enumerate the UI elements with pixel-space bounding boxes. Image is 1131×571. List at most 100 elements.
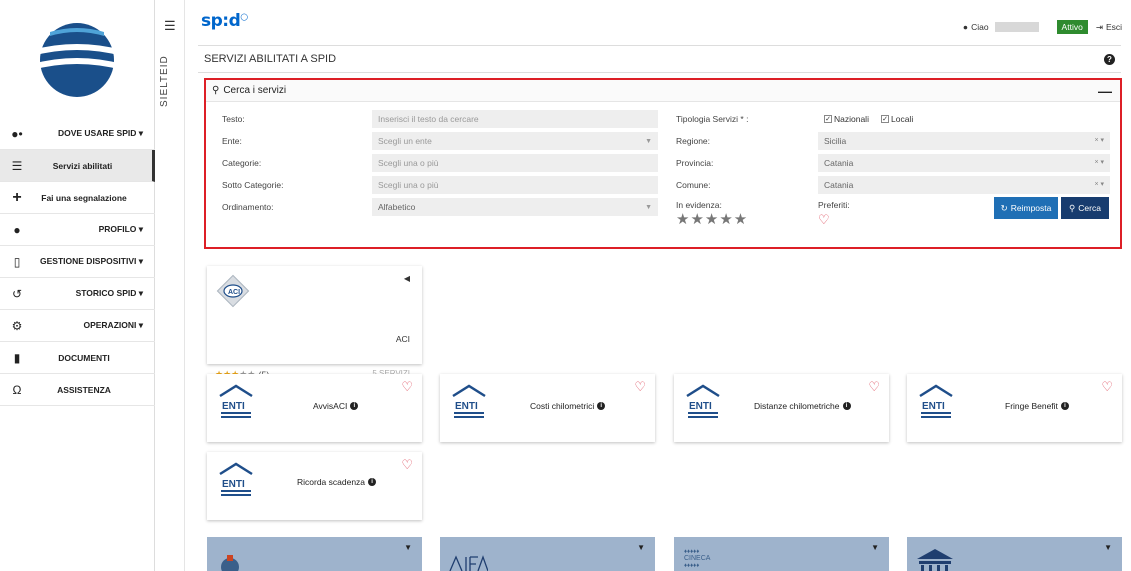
service-name: Distanze chilometriche i	[754, 401, 851, 411]
checkbox-checked-icon: ✓	[824, 115, 832, 123]
logout-link[interactable]: ⇥ Esci	[1096, 22, 1122, 33]
clear-dropdown-icon[interactable]: × ▾	[1094, 158, 1104, 166]
heart-icon[interactable]: ♡	[868, 379, 880, 395]
service-card[interactable]: ENTI Fringe Benefit i ♡	[907, 374, 1122, 442]
service-card[interactable]: ENTI AvvisACI i ♡	[207, 374, 422, 442]
service-card[interactable]: ENTI Costi chilometrici i ♡	[440, 374, 655, 442]
heart-icon[interactable]: ♡	[1101, 379, 1113, 395]
ordinamento-label: Ordinamento:	[222, 202, 274, 212]
logout-label: Esci	[1105, 22, 1122, 32]
help-icon[interactable]: ?	[1104, 53, 1115, 65]
heart-icon[interactable]: ♡	[818, 212, 830, 228]
ente-card-collapsed[interactable]: ▼	[440, 537, 655, 571]
svg-text:ENTI: ENTI	[689, 401, 712, 412]
svg-text:ENTI: ENTI	[222, 401, 245, 412]
sidebar-item-storico-spid[interactable]: ↺ STORICO SPID ▾	[0, 278, 155, 310]
info-icon[interactable]: i	[597, 402, 606, 410]
sidebar-nav: ●• DOVE USARE SPID ▾ ☰ Servizi abilitati…	[0, 118, 155, 406]
regione-value: Sicilia	[824, 136, 847, 146]
svg-text:ENTI: ENTI	[222, 479, 245, 490]
blurred-username	[994, 22, 1039, 32]
caret-down-icon[interactable]: ▼	[637, 543, 645, 552]
evidenza-stars[interactable]: ★★★★★	[676, 210, 748, 228]
service-name: Fringe Benefit i	[1005, 401, 1069, 411]
reset-button[interactable]: ↻ Reimposta	[994, 197, 1058, 219]
svg-text:CINECA: CINECA	[684, 555, 711, 562]
locali-checkbox[interactable]: ✓ Locali	[881, 114, 913, 124]
nazionali-checkbox[interactable]: ✓ Nazionali	[824, 114, 869, 124]
ente-card-collapsed[interactable]: ▼	[207, 537, 422, 571]
tipologia-label: Tipologia Servizi * :	[676, 114, 749, 124]
sidebar: ●• DOVE USARE SPID ▾ ☰ Servizi abilitati…	[0, 0, 155, 571]
search-panel-header[interactable]: ⚲ Cerca i servizi —	[206, 80, 1120, 102]
sottocategorie-select[interactable]: Scegli una o più	[372, 176, 658, 194]
comune-select[interactable]: Catania × ▾	[818, 176, 1110, 194]
ordinamento-value: Alfabetico	[378, 202, 416, 212]
heart-icon[interactable]: ♡	[634, 379, 646, 395]
clear-dropdown-icon[interactable]: × ▾	[1094, 180, 1104, 188]
locali-label: Locali	[891, 114, 914, 124]
ordinamento-select[interactable]: Alfabetico ▼	[372, 198, 658, 216]
testo-input[interactable]: Inserisci il testo da cercare	[372, 110, 658, 128]
caret-down-icon[interactable]: ▼	[1104, 543, 1112, 552]
caret-down-icon[interactable]: ▼	[404, 543, 412, 552]
sidebar-item-label: PROFILO ▾	[98, 224, 143, 234]
hamburger-menu-icon[interactable]: ☰	[164, 18, 176, 34]
ente-card-collapsed[interactable]: ▼	[907, 537, 1122, 571]
sidebar-item-label: OPERAZIONI ▾	[83, 320, 143, 330]
sidebar-item-documenti[interactable]: ▮ DOCUMENTI	[0, 342, 155, 374]
enti-icon: ENTI	[919, 384, 953, 418]
info-icon[interactable]: i	[368, 478, 377, 486]
users-icon: ●•	[11, 126, 23, 141]
svg-text:ENTI: ENTI	[922, 401, 945, 412]
greeting-text: Ciao	[971, 22, 989, 32]
categorie-select[interactable]: Scegli una o più	[372, 154, 658, 172]
sidebar-item-label: DOCUMENTI	[58, 352, 110, 363]
collapse-icon[interactable]: —	[1098, 83, 1112, 99]
cineca-logo: ♦♦♦♦♦CINECA♦♦♦♦♦	[684, 549, 711, 569]
ente-card-aci[interactable]: ACI ◀ ACI ★★★★★ (5) 5 SERVIZI	[207, 266, 422, 380]
sign-out-icon: ⇥	[1095, 21, 1103, 32]
sidebar-item-fai-una-segnalazione[interactable]: + Fai una segnalazione	[0, 182, 155, 214]
provincia-select[interactable]: Catania × ▾	[818, 154, 1110, 172]
sidebar-item-servizi-abilitati[interactable]: ☰ Servizi abilitati	[0, 150, 155, 182]
ente-label: Ente:	[222, 136, 242, 146]
caret-down-icon[interactable]: ▼	[871, 543, 879, 552]
regione-select[interactable]: Sicilia × ▾	[818, 132, 1110, 150]
sidebar-item-dove-usare-spid[interactable]: ●• DOVE USARE SPID ▾	[0, 118, 155, 150]
caret-left-icon[interactable]: ◀	[404, 274, 410, 283]
search-icon: ⚲	[1069, 202, 1076, 213]
nazionali-label: Nazionali	[834, 114, 869, 124]
sidebar-item-label: ASSISTENZA	[57, 384, 111, 395]
service-card[interactable]: ENTI Distanze chilometriche i ♡	[674, 374, 889, 442]
headset-icon: Ω	[12, 382, 22, 397]
clear-dropdown-icon[interactable]: × ▾	[1094, 136, 1104, 144]
service-name: AvvisACI i	[313, 401, 359, 411]
aifa-logo	[449, 555, 488, 571]
sottocategorie-label: Sotto Categorie:	[222, 180, 284, 190]
evidenza-label: In evidenza:	[676, 200, 722, 210]
sidebar-item-operazioni[interactable]: ⚙ OPERAZIONI ▾	[0, 310, 155, 342]
aci-logo: ACI	[216, 274, 250, 308]
service-card[interactable]: ENTI Ricorda scadenza i ♡	[207, 452, 422, 520]
cogs-icon: ⚙	[11, 318, 23, 333]
ente-card-collapsed[interactable]: ▼ ♦♦♦♦♦ CINECA ♦♦♦♦♦	[674, 537, 889, 571]
heart-icon[interactable]: ♡	[401, 379, 413, 395]
info-icon[interactable]: i	[1060, 402, 1069, 410]
info-icon[interactable]: i	[842, 402, 851, 410]
sidebar-item-assistenza[interactable]: Ω ASSISTENZA	[0, 374, 155, 406]
status-badge: Attivo	[1056, 20, 1088, 34]
info-icon[interactable]: i	[350, 402, 359, 410]
ente-select[interactable]: Scegli un ente ▼	[372, 132, 658, 150]
institution-logo	[917, 549, 953, 571]
sidebar-item-profilo[interactable]: ● PROFILO ▾	[0, 214, 155, 246]
sidebar-item-gestione-dispositivi[interactable]: ▯ GESTIONE DISPOSITIVI ▾	[0, 246, 155, 278]
search-button[interactable]: ⚲ Cerca	[1061, 197, 1109, 219]
ente-logo	[221, 555, 239, 571]
search-icon: ⚲	[212, 85, 220, 96]
main-content: SERVIZI ABILITATI A SPID ? ⚲ Cerca i ser…	[198, 45, 1122, 249]
heart-icon[interactable]: ♡	[401, 457, 413, 473]
user-icon: ●	[962, 22, 969, 32]
spid-logo[interactable]: sp:d○	[201, 11, 248, 31]
comune-value: Catania	[824, 180, 854, 190]
